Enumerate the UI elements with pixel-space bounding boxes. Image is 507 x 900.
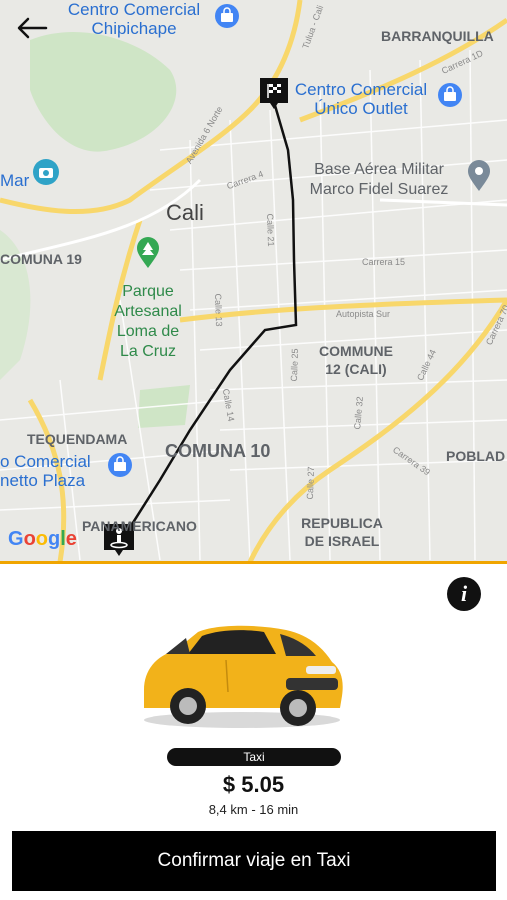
google-logo-letter: o: [23, 528, 36, 550]
google-logo-letter: G: [8, 528, 24, 550]
vehicle-type-badge: Taxi: [167, 748, 341, 766]
area-label: POBLAD: [446, 448, 506, 464]
street-label: Calle 13: [212, 293, 225, 327]
arrow-left-icon[interactable]: [14, 14, 50, 42]
area-label: REPUBLICA DE ISRAEL: [301, 515, 383, 549]
trip-price: $ 5.05: [222, 772, 285, 797]
area-label: COMUNA 19: [0, 251, 82, 267]
google-logo-letter: o: [35, 528, 48, 550]
park-label: Parque Artesanal Loma de La Cruz: [114, 283, 182, 360]
street-label: Autopista Sur: [336, 309, 391, 319]
camera-icon: [33, 159, 59, 185]
poi-label: Mar: [0, 171, 30, 190]
map-view[interactable]: Centro Comercial Chipichape BARRANQUILLA…: [0, 0, 507, 562]
place-pin-icon: [468, 160, 490, 191]
area-label: BARRANQUILLA: [381, 28, 494, 44]
poi-label: o Comercial netto Plaza: [0, 452, 91, 490]
street-label: Calle 27: [304, 466, 317, 500]
area-label: PANAMERICANO: [82, 518, 197, 534]
street-label: Calle 25: [288, 348, 301, 382]
poi-label: Base Aérea Militar Marco Fidel Suarez: [309, 161, 449, 198]
area-label: TEQUENDAMA: [27, 431, 128, 447]
city-label: Cali: [166, 200, 204, 225]
google-logo: Google: [8, 528, 77, 551]
shopping-bag-icon: [438, 83, 462, 107]
area-label: COMUNA 10: [165, 441, 271, 461]
area-label: COMMUNE 12 (CALI): [319, 343, 393, 377]
google-logo-letter: g: [48, 528, 61, 550]
shopping-bag-icon: [108, 453, 132, 477]
taxi-car-image: [144, 625, 343, 728]
trip-distance-time: 8,4 km - 16 min: [208, 802, 299, 817]
map-divider: [0, 561, 507, 564]
tree-icon: [137, 237, 159, 268]
confirm-trip-button[interactable]: Confirmar viaje en Taxi: [12, 831, 496, 891]
park-area: [138, 385, 190, 428]
poi-label: Centro Comercial Chipichape: [67, 0, 201, 38]
google-logo-letter: e: [65, 528, 77, 550]
poi-label: Centro Comercial Único Outlet: [294, 80, 428, 118]
street-label: Calle 21: [264, 213, 277, 247]
street-label: Carrera 15: [362, 257, 406, 267]
shopping-bag-icon: [215, 4, 239, 28]
info-icon[interactable]: i: [447, 577, 481, 611]
